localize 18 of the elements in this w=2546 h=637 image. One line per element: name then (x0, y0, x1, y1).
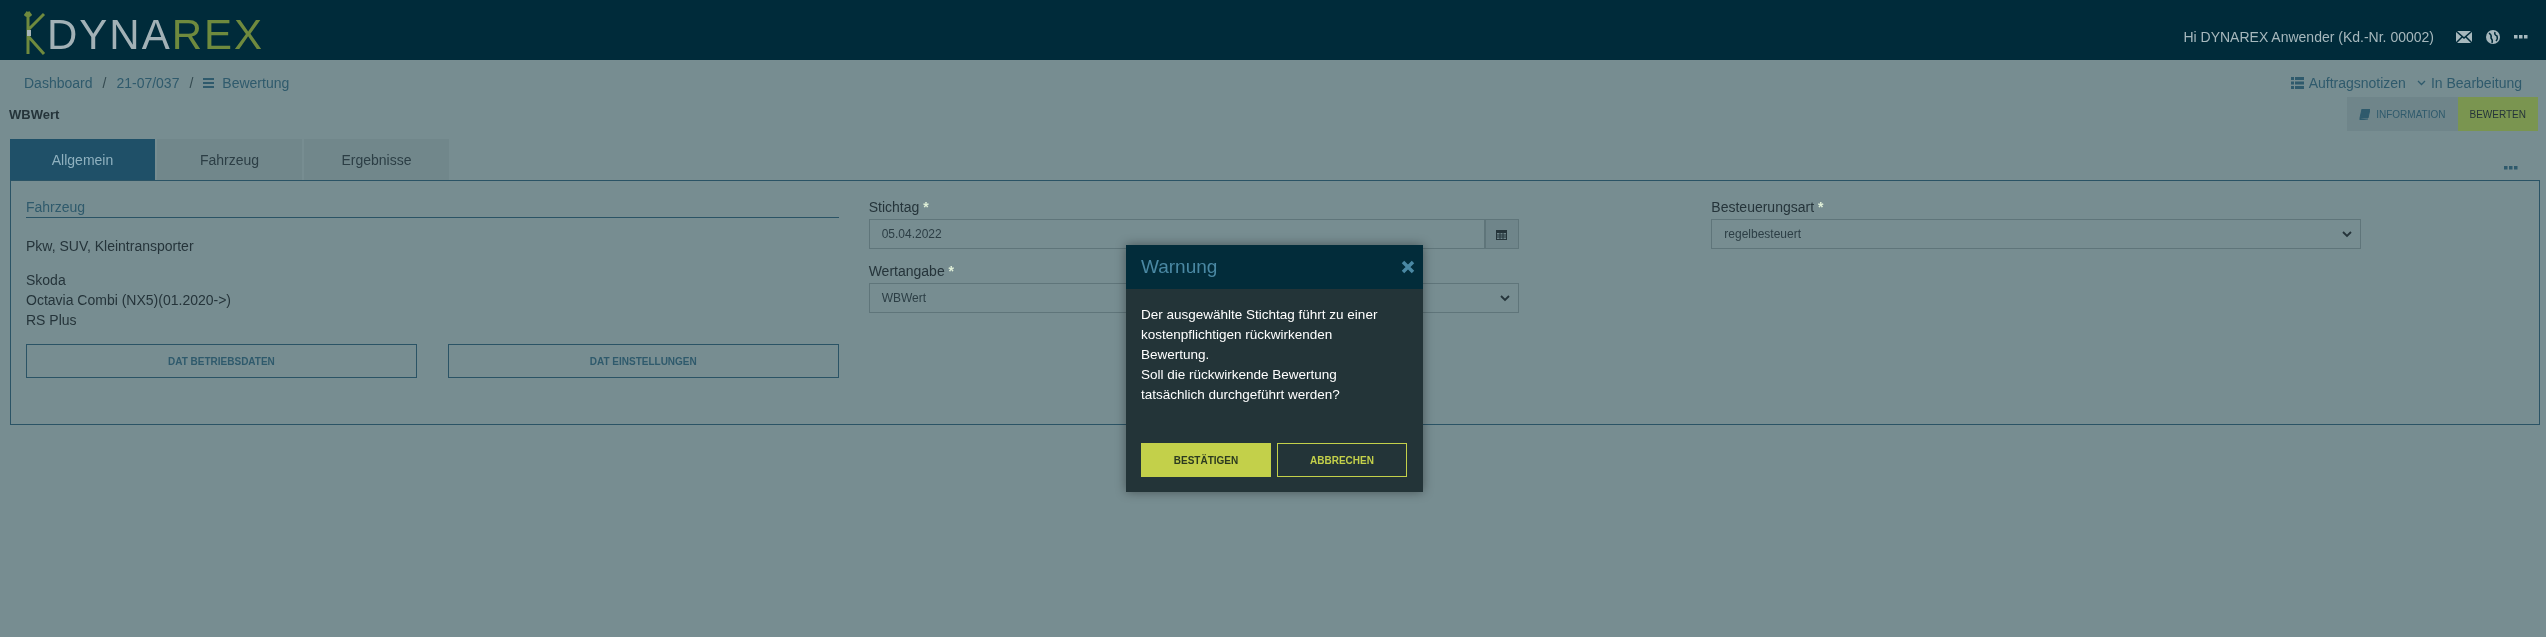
dialog-title: Warnung (1141, 256, 1218, 278)
vehicle-category: Pkw, SUV, Kleintransporter (26, 238, 195, 254)
field-label: Wertangabe (868, 263, 945, 279)
page-title: WBWert (9, 106, 60, 122)
section-heading: Fahrzeug (26, 199, 839, 218)
dialog-message: Soll die rückwirkende Bewertung tatsächlich durchgeführt werden? (1141, 366, 1341, 404)
vehicle-detail: Octavia Combi (NX5)(01.2020->) (26, 291, 233, 310)
required-mark: * (923, 199, 929, 215)
field-label: Stichtag (868, 199, 920, 215)
vehicle-detail: Skoda (26, 271, 67, 290)
user-greeting: Hi DYNAREX Anwender (Kd.-Nr. 00002) (2183, 29, 2434, 45)
dialog-message: Der ausgewählte Stichtag führt zu einer kostenpflichtigen rückwirkenden Bewertung. (1141, 306, 1379, 364)
breadcrumb-separator: / (102, 75, 107, 91)
required-mark: * (948, 263, 954, 279)
required-mark: * (1817, 199, 1824, 215)
breadcrumb-separator: / (189, 75, 194, 91)
field-label: Besteuerungsart (1711, 199, 1815, 215)
vehicle-detail: RS Plus (26, 311, 78, 330)
